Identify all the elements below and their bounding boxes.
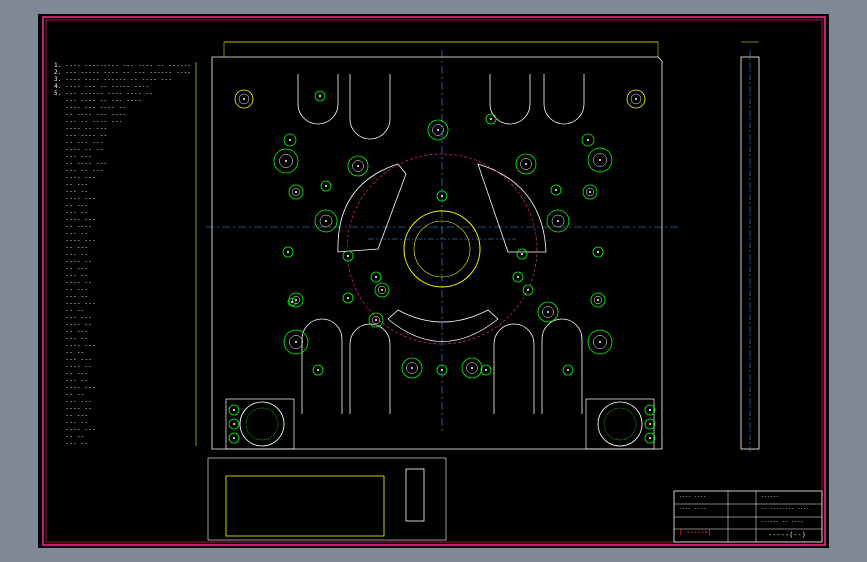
hole-center <box>599 341 601 343</box>
hole-center <box>521 253 523 255</box>
hole-center <box>567 369 569 371</box>
hole-center <box>295 341 297 343</box>
hole-center <box>325 185 327 187</box>
bottom-right-pad <box>585 398 655 450</box>
hole-center <box>649 423 651 425</box>
hole-center <box>485 369 487 371</box>
title-block: ---- ---- ------ -- -------- ---- ---- -… <box>676 492 822 542</box>
title-block-line-3: -- -------- ---- <box>761 506 810 512</box>
plate-side-view <box>740 41 760 454</box>
top-slot-1 <box>297 74 339 125</box>
hole-center <box>233 409 235 411</box>
school-logo: | ------| <box>679 529 712 536</box>
hole-center <box>525 163 527 165</box>
hole-center <box>243 98 245 100</box>
hole-center <box>233 423 235 425</box>
hole-center <box>381 289 383 291</box>
hole-center <box>325 220 327 222</box>
title-block-line-5: ------ -- ---- <box>761 519 804 525</box>
hole-center <box>441 195 443 197</box>
drawing-sheet: 1. ---- --------- --- ---- -- ------ 2. … <box>38 14 829 548</box>
hole-center <box>317 369 319 371</box>
top-slot-4 <box>543 74 585 125</box>
hole-center <box>587 139 589 141</box>
plate-outline <box>211 56 663 450</box>
hole-center <box>357 165 359 167</box>
hole-center <box>347 297 349 299</box>
hole-center <box>233 437 235 439</box>
hole-center <box>437 129 439 131</box>
hole-center <box>285 160 287 162</box>
hole-center <box>287 251 289 253</box>
hole-center <box>375 276 377 278</box>
technical-notes: 1. ---- --------- --- ---- -- ------ 2. … <box>54 62 192 447</box>
hole-center <box>527 289 529 291</box>
bottom-slot-2 <box>349 323 391 414</box>
hole-center <box>517 276 519 278</box>
hole-center <box>635 98 637 100</box>
top-slot-3 <box>489 74 531 125</box>
hole-center <box>347 255 349 257</box>
title-block-line-1: ---- ---- <box>679 494 707 500</box>
plate-front-view <box>195 41 678 450</box>
hole-center <box>649 437 651 439</box>
hole-center <box>599 159 601 161</box>
hole-center <box>319 95 321 97</box>
hole-center <box>291 301 293 303</box>
section-end <box>405 468 425 522</box>
bottom-slot-3 <box>493 323 535 414</box>
hole-center <box>649 409 651 411</box>
section-frame <box>207 457 447 541</box>
section-body <box>225 475 385 537</box>
top-slot-2 <box>349 74 391 140</box>
bottom-slot-4 <box>541 318 583 414</box>
hole-center <box>375 319 377 321</box>
hole-center <box>289 139 291 141</box>
hole-center <box>295 191 297 193</box>
hole-center <box>547 311 549 313</box>
plate-section-view <box>207 457 447 541</box>
hole-center <box>411 367 413 369</box>
hole-center <box>597 251 599 253</box>
hole-center <box>490 118 492 120</box>
hole-center <box>471 367 473 369</box>
hole-center <box>597 299 599 301</box>
title-block-line-4: ---- ---- <box>679 506 707 512</box>
hole-center <box>557 220 559 222</box>
hole-center <box>555 189 557 191</box>
drawing-number: -----(--) <box>768 531 806 539</box>
hole-center <box>589 191 591 193</box>
title-block-line-2: ------ <box>761 494 780 500</box>
hole-center <box>441 369 443 371</box>
